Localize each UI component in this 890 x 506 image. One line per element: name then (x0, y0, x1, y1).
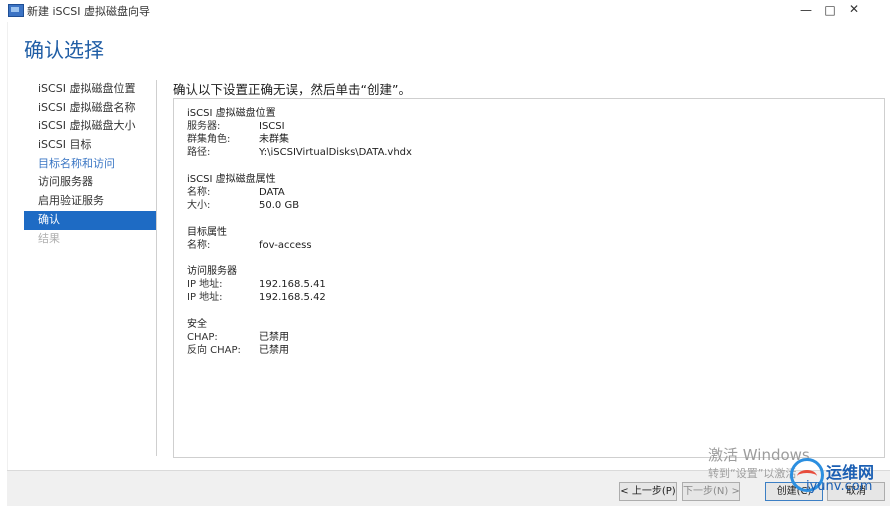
nav-step-disk-name[interactable]: iSCSI 虚拟磁盘名称 (24, 99, 157, 118)
summary-row: CHAP: 已禁用 (187, 331, 289, 344)
section-title: 访问服务器 (187, 266, 237, 277)
access-servers-section: 访问服务器 IP 地址: 192.168.5.41 IP 地址: 192.168.5… (187, 265, 326, 304)
row-key: 名称: (187, 187, 211, 198)
maximize-button[interactable]: □ (819, 2, 841, 18)
page-title: 确认选择 (24, 38, 104, 62)
section-title: iSCSI 虚拟磁盘属性 (187, 174, 276, 185)
row-key: 路径: (187, 147, 211, 159)
row-key: 服务器: (187, 121, 221, 132)
previous-button[interactable]: < 上一步(P) (619, 482, 677, 501)
row-value: fov-access (259, 240, 312, 251)
row-value: 已禁用 (259, 345, 289, 357)
disk-location-section: iSCSI 虚拟磁盘位置 服务器: ISCSI 群集角色: 未群集 路径: Y:\iS… (187, 107, 412, 160)
close-button[interactable]: ✕ (843, 1, 865, 17)
row-value: ISCSI (259, 121, 285, 132)
row-value: DATA (259, 187, 285, 198)
site-watermark-url: iyunv.com (806, 479, 873, 494)
nav-step-disk-location[interactable]: iSCSI 虚拟磁盘位置 (24, 80, 157, 99)
row-key: IP 地址: (187, 279, 223, 290)
confirmation-instruction: 确认以下设置正确无误，然后单击“创建”。 (173, 82, 411, 97)
nav-divider (156, 80, 157, 456)
nav-step-authentication[interactable]: 启用验证服务 (24, 192, 157, 211)
window-title: 新建 iSCSI 虚拟磁盘向导 (27, 5, 150, 18)
nav-step-confirmation[interactable]: 确认 (24, 210, 157, 230)
row-key: IP 地址: (187, 292, 223, 304)
title-bar: 新建 iSCSI 虚拟磁盘向导 — □ ✕ (0, 0, 890, 22)
row-value: 192.168.5.41 (259, 279, 326, 290)
next-button: 下一步(N) > (682, 482, 740, 501)
summary-row: 名称: fov-access (187, 239, 312, 252)
summary-row: 服务器: ISCSI (187, 120, 412, 133)
nav-step-target-name-access[interactable]: 目标名称和访问 (24, 155, 157, 174)
summary-row: 路径: Y:\iSCSIVirtualDisks\DATA.vhdx (187, 146, 412, 159)
row-value: 未群集 (259, 134, 289, 146)
security-section: 安全 CHAP: 已禁用 反向 CHAP: 已禁用 (187, 318, 289, 357)
row-value: 192.168.5.42 (259, 292, 326, 304)
row-value: Y:\iSCSIVirtualDisks\DATA.vhdx (259, 147, 412, 159)
summary-row: 名称: DATA (187, 186, 299, 199)
section-title: 目标属性 (187, 227, 227, 238)
row-key: 反向 CHAP: (187, 345, 241, 357)
row-key: 群集角色: (187, 134, 231, 146)
row-value: 已禁用 (259, 332, 289, 343)
row-key: 大小: (187, 200, 211, 212)
summary-row: 群集角色: 未群集 (187, 133, 412, 146)
target-properties-section: 目标属性 名称: fov-access (187, 226, 312, 252)
wizard-step-nav: iSCSI 虚拟磁盘位置 iSCSI 虚拟磁盘名称 iSCSI 虚拟磁盘大小 i… (24, 80, 157, 248)
row-key: 名称: (187, 240, 211, 251)
wizard-content: 确认选择 iSCSI 虚拟磁盘位置 iSCSI 虚拟磁盘名称 iSCSI 虚拟磁… (7, 22, 890, 470)
row-key: CHAP: (187, 332, 218, 343)
row-value: 50.0 GB (259, 200, 300, 212)
nav-step-disk-size[interactable]: iSCSI 虚拟磁盘大小 (24, 117, 157, 136)
minimize-button[interactable]: — (795, 2, 817, 18)
settings-summary-panel: iSCSI 虚拟磁盘位置 服务器: ISCSI 群集角色: 未群集 路径: Y:\iS… (173, 98, 885, 458)
nav-step-results: 结果 (38, 231, 60, 245)
nav-step-access-servers[interactable]: 访问服务器 (24, 173, 157, 192)
disk-properties-section: iSCSI 虚拟磁盘属性 名称: DATA 大小: 50.0 GB (187, 173, 299, 212)
summary-row: 大小: 50.0 GB (187, 199, 299, 212)
summary-row: IP 地址: 192.168.5.41 (187, 278, 326, 291)
section-title: iSCSI 虚拟磁盘位置 (187, 108, 276, 119)
section-title: 安全 (187, 319, 207, 330)
wizard-app-icon (8, 4, 24, 17)
summary-row: 反向 CHAP: 已禁用 (187, 344, 289, 357)
activation-watermark-hint: 转到“设置”以激活 (708, 467, 797, 480)
summary-row: IP 地址: 192.168.5.42 (187, 291, 326, 304)
nav-step-iscsi-target[interactable]: iSCSI 目标 (24, 136, 157, 155)
